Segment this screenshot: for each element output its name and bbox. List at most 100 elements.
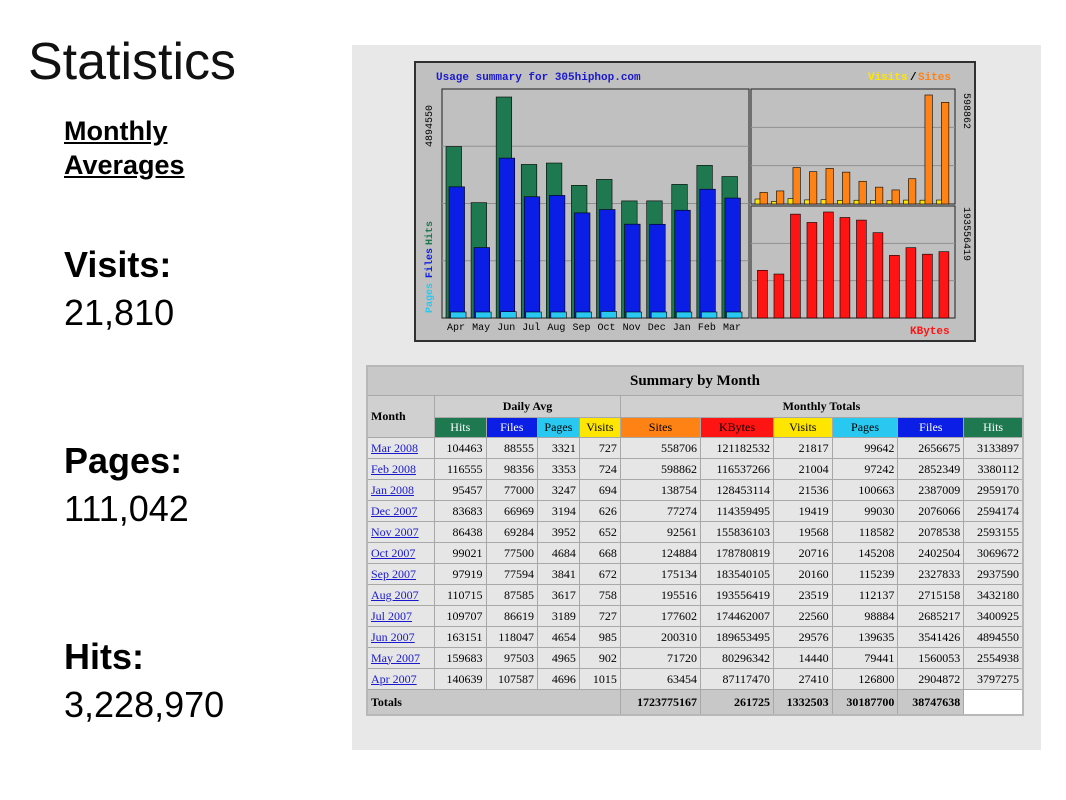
bar-pages [701,311,718,319]
month-link[interactable]: Jun 2007 [371,630,415,644]
bar-sites [842,171,851,205]
table-cell: 97919 [434,563,487,585]
table-cell: 107587 [485,668,538,690]
table-cell: 29576 [773,626,833,648]
legend-sep: / [910,72,917,84]
table-row: Jul 2007 109707 86619 3189 727 177602 17446200… [366,605,1024,627]
month-link[interactable]: Oct 2007 [371,546,415,560]
table-cell: 112137 [831,584,899,606]
table-cell: 200310 [619,626,702,648]
month-cell[interactable]: Feb 2008 [366,458,436,480]
table-cell: 2685217 [897,605,965,627]
left-axis-max: 4894550 [425,105,436,147]
right-axis-bottom: 193556419 [960,207,971,261]
month-link[interactable]: Jan 2008 [371,483,414,497]
table-cell: 155836103 [700,521,774,543]
table-cell: 178780819 [700,542,774,564]
table-cell: 104463 [434,437,487,459]
bar-pages [550,311,567,319]
legend-visits: Visits [868,72,908,84]
table-caption: Summary by Month [366,365,1024,396]
table-cell: 87117470 [700,668,774,690]
month-cell[interactable]: Aug 2007 [366,584,436,606]
table-cell: 21817 [773,437,833,459]
graph-panel-frame [750,88,956,205]
col-header-total-hits: Hits [963,417,1024,438]
table-cell: 2327833 [897,563,965,585]
table-row: May 2007 159683 97503 4965 902 71720 80296342 1… [366,647,1024,669]
month-tick-label: Jan [673,323,691,334]
table-cell: 77500 [485,542,538,564]
table-cell: 115239 [831,563,899,585]
table-cell: 4684 [536,542,580,564]
table-row: Nov 2007 86438 69284 3952 652 92561 155836103 1… [366,521,1024,543]
bar-files [448,186,465,319]
month-cell[interactable]: Dec 2007 [366,500,436,522]
bar-files [574,212,591,319]
table-cell: 86619 [485,605,538,627]
table-cell: 672 [578,563,621,585]
table-body: Mar 2008 104463 88555 3321 727 558706 12118253… [366,437,1024,690]
bar-sites [759,192,768,205]
column-header-row: Hits Files Pages Visits Sites KBytes Visits Pag… [367,417,1024,438]
table-cell: 99021 [434,542,487,564]
month-link[interactable]: Dec 2007 [371,504,417,518]
table-cell: 118582 [831,521,899,543]
month-cell[interactable]: Sep 2007 [366,563,436,585]
table-cell: 1015 [578,668,621,690]
month-cell[interactable]: Jun 2007 [366,626,436,648]
bar-files [674,209,691,319]
month-cell[interactable]: Oct 2007 [366,542,436,564]
table-row: Apr 2007 140639 107587 4696 1015 63454 8711747… [366,668,1024,690]
table-cell: 4965 [536,647,580,669]
bar-files [599,209,616,319]
table-cell: 3952 [536,521,580,543]
bar-kbytes [839,217,851,319]
month-cell[interactable]: Jan 2008 [366,479,436,501]
table-cell: 126800 [831,668,899,690]
table-cell: 63454 [619,668,702,690]
table-cell: 3617 [536,584,580,606]
month-tick-label: Aug [547,323,565,334]
month-link[interactable]: Nov 2007 [371,525,419,539]
table-cell: 145208 [831,542,899,564]
table-cell: 110715 [434,584,487,606]
table-cell: 14440 [773,647,833,669]
month-cell[interactable]: Apr 2007 [366,668,436,690]
month-cell[interactable]: Mar 2008 [366,437,436,459]
month-cell[interactable]: May 2007 [366,647,436,669]
table-cell: 138754 [619,479,702,501]
graph-title: Usage summary for 305hiphop.com [436,72,641,84]
summary-table: Summary by Month Month Daily Avg Monthly… [366,365,1024,716]
totals-row: Totals 1723775167 261725 1332503 3018770… [366,689,1023,716]
bar-kbytes [856,219,867,319]
month-link[interactable]: May 2007 [371,651,420,665]
table-cell: 3353 [536,458,580,480]
bar-sites [875,186,884,205]
month-cell[interactable]: Nov 2007 [366,521,436,543]
month-link[interactable]: Apr 2007 [371,672,417,686]
month-cell[interactable]: Jul 2007 [366,605,436,627]
table-cell: 4696 [536,668,580,690]
table-cell: 99030 [831,500,899,522]
month-link[interactable]: Feb 2008 [371,462,416,476]
daily-avg-header: Daily Avg [434,395,621,418]
table-cell: 985 [578,626,621,648]
bar-sites [809,171,818,205]
table-cell: 19568 [773,521,833,543]
col-header-total-pages: Pages [831,417,899,438]
month-link[interactable]: Mar 2008 [371,441,418,455]
bar-kbytes [806,222,818,319]
bar-pages [450,311,467,319]
month-link[interactable]: Aug 2007 [371,588,419,602]
visits-value: 21,810 [64,292,175,333]
month-link[interactable]: Jul 2007 [371,609,412,623]
table-cell: 109707 [434,605,487,627]
col-header-total-kbytes: KBytes [700,417,774,438]
totals-pages: 1332503 [773,689,833,716]
table-cell: 124884 [619,542,702,564]
bar-pages [726,311,743,319]
table-row: Oct 2007 99021 77500 4684 668 124884 178780819… [366,542,1024,564]
bar-files [699,188,716,319]
month-link[interactable]: Sep 2007 [371,567,416,581]
